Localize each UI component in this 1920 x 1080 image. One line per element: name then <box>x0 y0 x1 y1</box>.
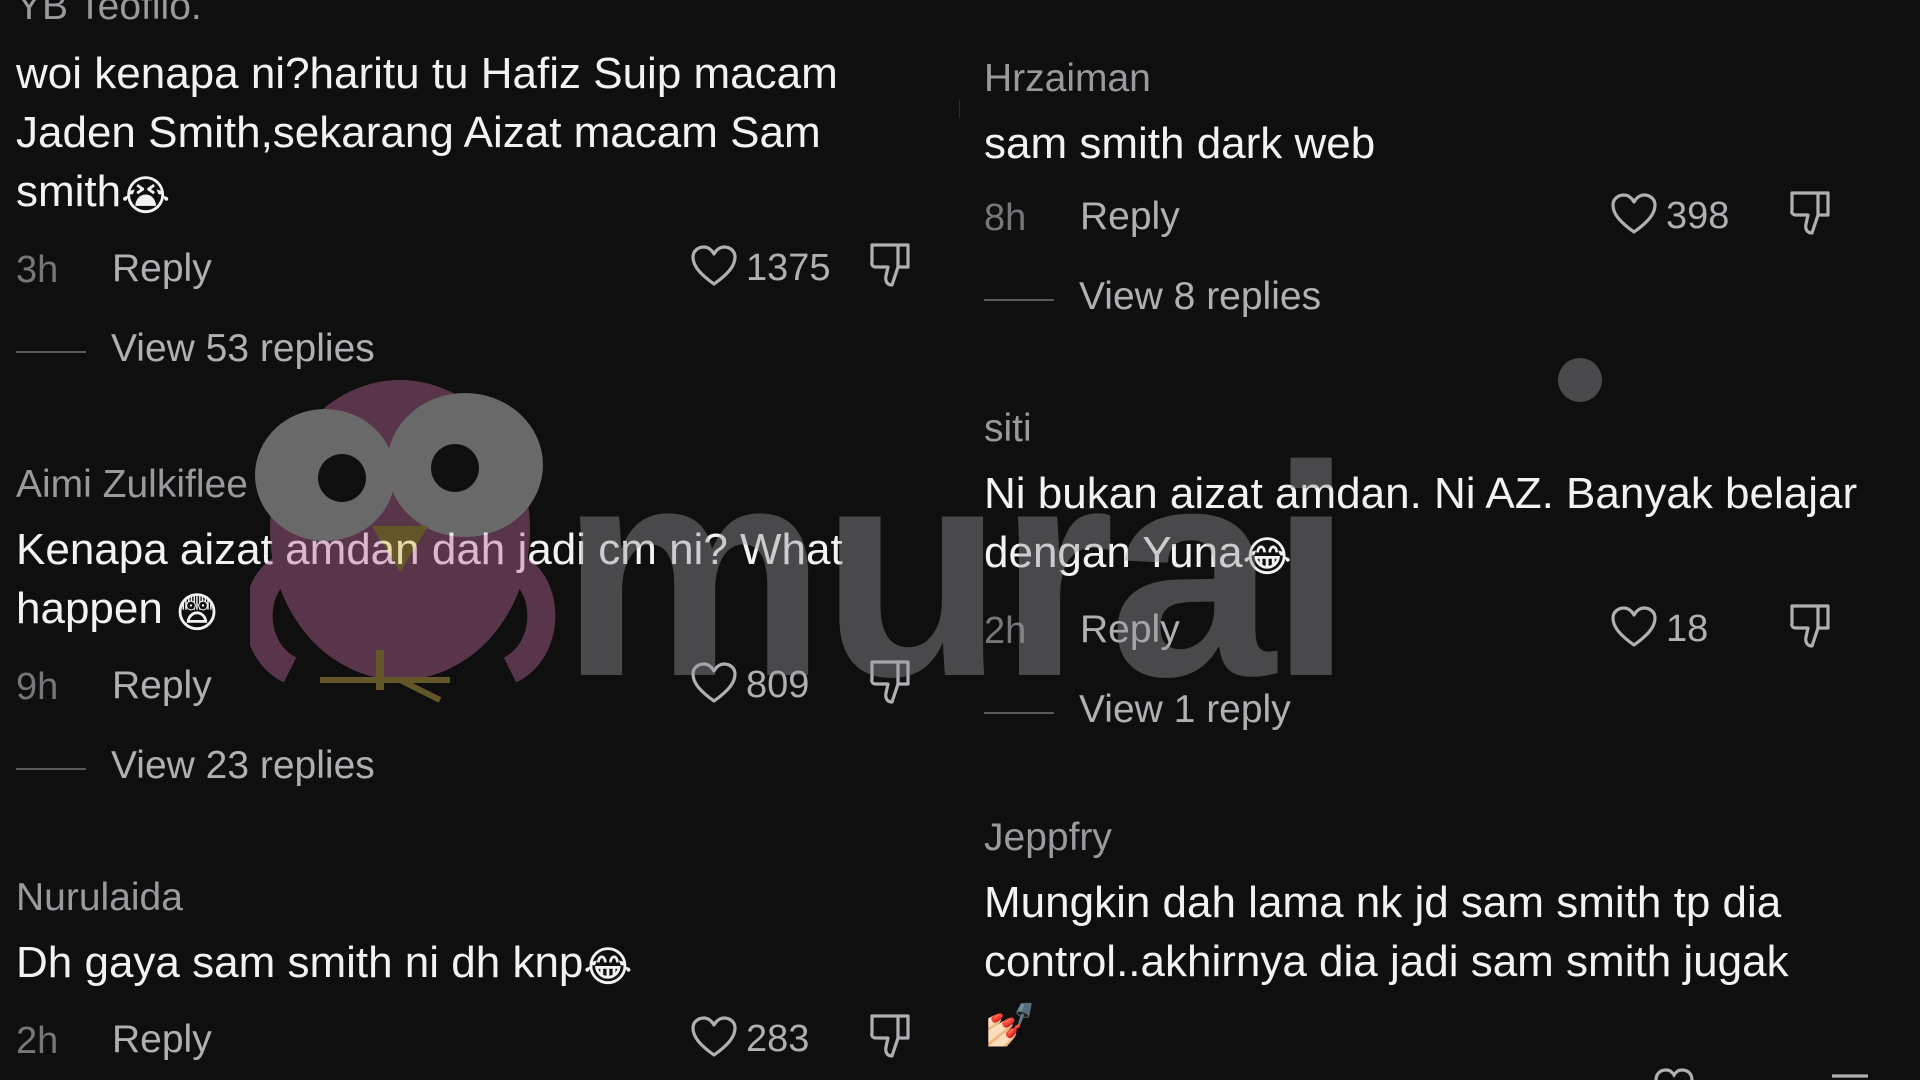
view-replies-button[interactable]: View 53 replies <box>16 327 946 377</box>
comment-text-content: Dh gaya sam smith ni dh knp <box>16 938 584 987</box>
view-replies-button[interactable]: View 8 replies <box>984 275 1914 325</box>
reply-button[interactable]: Reply <box>1080 195 1180 239</box>
reply-thread-line <box>16 351 86 353</box>
view-replies-button[interactable]: View 23 replies <box>16 744 946 794</box>
comment-text: Ni bukan aizat amdan. Ni AZ. Banyak bela… <box>984 464 1884 586</box>
dislike-button[interactable] <box>868 658 916 708</box>
like-button[interactable]: 283 <box>690 1014 809 1064</box>
dislike-button[interactable] <box>1788 189 1836 239</box>
like-button[interactable]: 398 <box>1610 191 1729 241</box>
comment-text: Dh gaya sam smith ni dh knp😂 <box>16 933 916 996</box>
comment-text: Mungkin dah lama nk jd sam smith tp dia … <box>984 873 1884 1054</box>
heart-icon[interactable] <box>1650 1066 1700 1080</box>
like-count: 809 <box>746 663 810 706</box>
view-replies-label: View 23 replies <box>111 744 375 787</box>
thumbs-down-icon <box>868 243 914 293</box>
comment-item: Nurulaida Dh gaya sam smith ni dh knp😂 2… <box>16 875 946 1072</box>
heart-icon <box>690 661 738 710</box>
reply-thread-line <box>16 768 86 770</box>
heart-icon <box>690 244 738 293</box>
fearful-face-emoji: 😨 <box>175 588 219 637</box>
like-count: 1375 <box>746 246 831 289</box>
comment-timestamp: 2h <box>984 610 1027 652</box>
like-count: 283 <box>746 1017 810 1060</box>
view-replies-button[interactable]: View 1 reply <box>984 688 1914 738</box>
tears-of-joy-emoji: 😂 <box>1242 532 1292 581</box>
reply-button[interactable]: Reply <box>1080 608 1180 652</box>
comment-text: Kenapa aizat amdan dah jadi cm ni? What … <box>16 520 916 642</box>
loudly-crying-emoji: 😭 <box>121 171 171 220</box>
comment-text-content: Mungkin dah lama nk jd sam smith tp dia … <box>984 878 1789 986</box>
comment-text: sam smith dark web <box>984 114 1884 173</box>
comment-timestamp: 8h <box>984 197 1027 239</box>
comment-username[interactable]: siti <box>984 406 1914 452</box>
comments-screen: YB Teofilo. woi kenapa ni?haritu tu Hafi… <box>0 0 1920 1080</box>
comment-username[interactable]: Nurulaida <box>16 875 946 921</box>
reply-thread-line <box>984 299 1054 301</box>
comment-actions: 3h Reply 1375 <box>16 241 946 301</box>
nail-polish-emoji: 💅🏻 <box>984 1000 1037 1049</box>
comment-actions: 2h Reply 283 <box>16 1012 946 1072</box>
like-count: 18 <box>1666 607 1709 650</box>
comment-username[interactable]: YB Teofilo. <box>16 0 946 30</box>
reply-thread-line <box>984 712 1054 714</box>
comment-text: woi kenapa ni?haritu tu Hafiz Suip macam… <box>16 44 916 225</box>
comment-username[interactable]: Aimi Zulkiflee <box>16 462 946 508</box>
comment-actions: 9h Reply 809 <box>16 658 946 718</box>
comment-actions: 8h Reply 398 <box>984 189 1914 249</box>
dislike-button[interactable] <box>868 1012 916 1062</box>
comment-timestamp: 2h <box>16 1020 59 1062</box>
heart-icon <box>1610 192 1658 241</box>
thumbs-down-icon <box>868 660 914 710</box>
comment-username[interactable]: Jeppfry <box>984 815 1914 861</box>
reply-button[interactable]: Reply <box>112 664 212 708</box>
comments-column-right: Hrzaiman sam smith dark web 8h Reply 398 <box>960 0 1920 1080</box>
view-replies-label: View 53 replies <box>111 327 375 370</box>
thumbs-down-icon <box>868 1014 914 1064</box>
comment-text-content: Ni bukan aizat amdan. Ni AZ. Banyak bela… <box>984 469 1858 577</box>
reply-button[interactable]: Reply <box>112 247 212 291</box>
reply-button[interactable]: Reply <box>112 1018 212 1062</box>
dislike-button[interactable] <box>868 241 916 291</box>
like-count: 398 <box>1666 194 1730 237</box>
comment-username[interactable]: Hrzaiman <box>984 56 1914 102</box>
comment-item: YB Teofilo. woi kenapa ni?haritu tu Hafi… <box>16 0 946 377</box>
comment-item: Hrzaiman sam smith dark web 8h Reply 398 <box>984 56 1914 325</box>
view-replies-label: View 8 replies <box>1079 275 1322 318</box>
thumbs-down-icon <box>1788 191 1834 241</box>
tears-of-joy-emoji: 😂 <box>583 942 633 991</box>
like-button[interactable]: 1375 <box>690 243 831 293</box>
like-button[interactable]: 18 <box>1610 604 1708 654</box>
comment-text-content: sam smith dark web <box>984 119 1376 168</box>
comment-item: Jeppfry Mungkin dah lama nk jd sam smith… <box>984 815 1914 1054</box>
comment-item: siti Ni bukan aizat amdan. Ni AZ. Banyak… <box>984 406 1914 738</box>
comment-actions: 2h Reply 18 <box>984 602 1914 662</box>
dislike-button[interactable] <box>1788 602 1836 652</box>
comments-column-left: YB Teofilo. woi kenapa ni?haritu tu Hafi… <box>0 0 960 1080</box>
comment-item: Aimi Zulkiflee Kenapa aizat amdan dah ja… <box>16 462 946 794</box>
comment-timestamp: 9h <box>16 666 59 708</box>
like-button[interactable]: 809 <box>690 660 809 710</box>
heart-icon <box>690 1015 738 1064</box>
comment-timestamp: 3h <box>16 249 59 291</box>
comment-text-content: Kenapa aizat amdan dah jadi cm ni? What … <box>16 525 843 633</box>
thumbs-down-icon[interactable] <box>1828 1066 1876 1080</box>
thumbs-down-icon <box>1788 604 1834 654</box>
view-replies-label: View 1 reply <box>1079 688 1291 731</box>
heart-icon <box>1610 605 1658 654</box>
